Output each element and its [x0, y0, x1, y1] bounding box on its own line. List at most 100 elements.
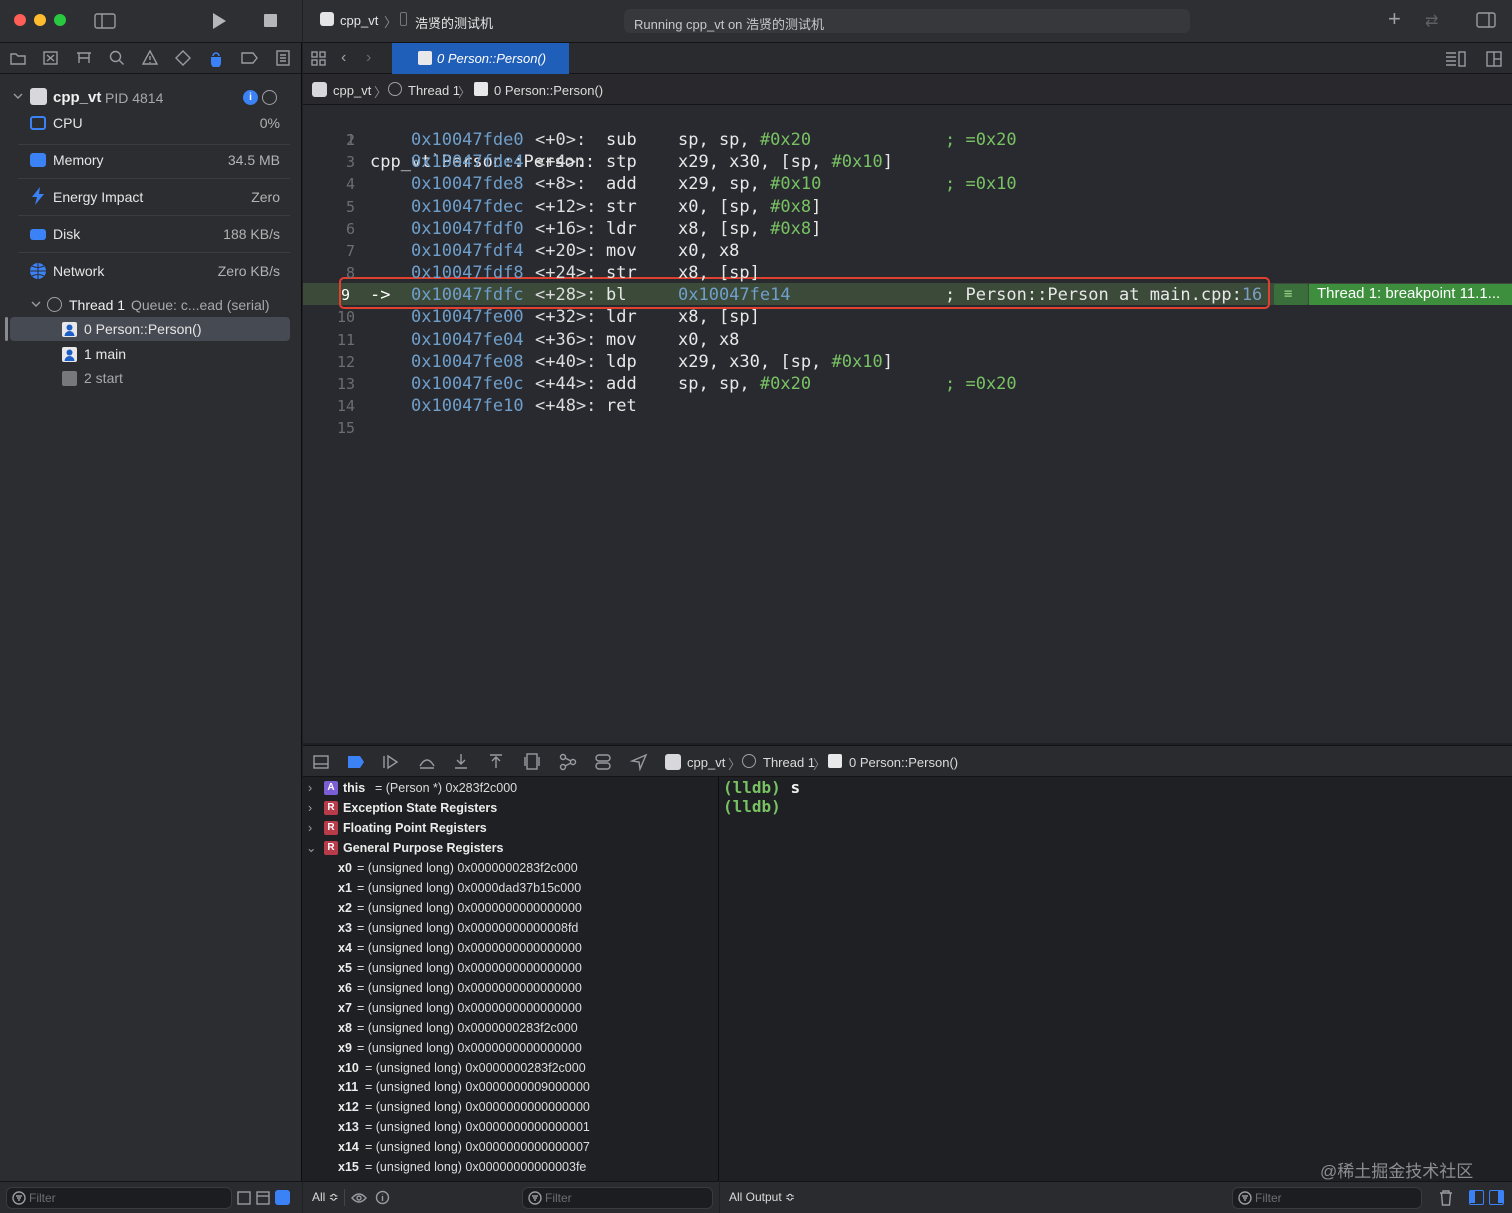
- view-hierarchy-icon[interactable]: [524, 753, 540, 771]
- hide-debug-area-icon[interactable]: [313, 755, 329, 769]
- register-row[interactable]: x3 = (unsigned long) 0x00000000000008fd: [303, 918, 719, 938]
- variable-row[interactable]: › A this = (Person *) 0x283f2c000: [303, 778, 719, 798]
- register-row[interactable]: x5 = (unsigned long) 0x0000000000000000: [303, 958, 719, 978]
- gauge-memory[interactable]: Memory 34.5 MB: [18, 142, 290, 179]
- filter-placeholder: Filter: [1255, 1191, 1282, 1205]
- comment-text: ; Person::Person at main.cpp:: [945, 285, 1242, 306]
- register-row[interactable]: x15 = (unsigned long) 0x00000000000003fe: [303, 1157, 719, 1177]
- chevron-down-icon[interactable]: ⌄: [306, 838, 316, 858]
- back-icon[interactable]: ‹: [341, 49, 346, 67]
- register-row[interactable]: x10 = (unsigned long) 0x0000000283f2c000: [303, 1058, 719, 1078]
- breadcrumb-project[interactable]: cpp_vt: [333, 83, 371, 98]
- editor-options-icon[interactable]: [1445, 51, 1467, 67]
- minimize-window-button[interactable]: [34, 14, 46, 26]
- chevron-right-icon[interactable]: ›: [308, 818, 312, 838]
- gauge-network[interactable]: Network Zero KB/s: [18, 253, 290, 290]
- register-row[interactable]: x6 = (unsigned long) 0x0000000000000000: [303, 978, 719, 998]
- close-window-button[interactable]: [14, 14, 26, 26]
- continue-icon[interactable]: [382, 754, 400, 770]
- gauge-cpu[interactable]: CPU 0%: [18, 108, 290, 145]
- info-icon[interactable]: i: [243, 90, 258, 105]
- register-row[interactable]: x7 = (unsigned long) 0x0000000000000000: [303, 998, 719, 1018]
- console-filter-input[interactable]: Filter: [1232, 1187, 1422, 1209]
- source-control-icon[interactable]: [43, 51, 59, 65]
- location-icon[interactable]: [630, 753, 648, 771]
- stop-icon[interactable]: [263, 13, 279, 29]
- gauge-energy[interactable]: Energy Impact Zero: [18, 179, 290, 216]
- breakpoint-navigator-icon[interactable]: [241, 51, 259, 65]
- gauge-disk[interactable]: Disk 188 KB/s: [18, 216, 290, 253]
- register-row[interactable]: x14 = (unsigned long) 0x0000000000000007: [303, 1137, 719, 1157]
- register-group[interactable]: › R Exception State Registers: [303, 798, 719, 818]
- thread-row[interactable]: Thread 1 Queue: c...ead (serial): [0, 292, 302, 316]
- variables-filter-input[interactable]: Filter: [522, 1187, 713, 1209]
- disassembly-editor[interactable]: 1 cpp_vt`Person::Person: 2 0x10047fde0 <+0…: [303, 105, 1512, 743]
- chevron-down-icon[interactable]: [30, 299, 42, 311]
- scheme-selector[interactable]: cpp_vt: [340, 13, 378, 28]
- info-icon[interactable]: [375, 1190, 390, 1205]
- warning-icon[interactable]: [142, 50, 158, 66]
- sidebar-toggle-icon[interactable]: [94, 12, 116, 30]
- register-row[interactable]: x12 = (unsigned long) 0x0000000000000000: [303, 1097, 719, 1117]
- filter-option-icon[interactable]: [237, 1191, 251, 1205]
- register-group[interactable]: ⌄ R General Purpose Registers: [303, 838, 719, 858]
- test-icon[interactable]: [175, 50, 191, 66]
- mnemonic: ldr: [606, 218, 637, 239]
- register-row[interactable]: x4 = (unsigned long) 0x0000000000000000: [303, 938, 719, 958]
- environment-overrides-icon[interactable]: [595, 753, 611, 771]
- navigator-filter-input[interactable]: Filter: [6, 1187, 232, 1209]
- stack-frame-label: 0 Person::Person(): [84, 321, 202, 337]
- register-row[interactable]: x9 = (unsigned long) 0x0000000000000000: [303, 1038, 719, 1058]
- register-row[interactable]: x8 = (unsigned long) 0x0000000283f2c000: [303, 1018, 719, 1038]
- register-row[interactable]: x11 = (unsigned long) 0x0000000009000000: [303, 1077, 719, 1097]
- grid-icon[interactable]: [311, 51, 327, 67]
- threads-icon[interactable]: [262, 90, 277, 105]
- process-row[interactable]: cpp_vt PID 4814 i: [0, 85, 302, 109]
- step-out-icon[interactable]: [488, 753, 504, 771]
- search-icon[interactable]: [109, 50, 125, 66]
- add-icon[interactable]: +: [1388, 8, 1401, 30]
- symbol-icon[interactable]: [76, 51, 92, 65]
- register-row[interactable]: x2 = (unsigned long) 0x0000000000000000: [303, 898, 719, 918]
- register-group[interactable]: › R Floating Point Registers: [303, 818, 719, 838]
- folder-icon[interactable]: [10, 51, 26, 65]
- chevron-down-icon[interactable]: [12, 91, 24, 103]
- register-row[interactable]: x1 = (unsigned long) 0x0000dad37b15c000: [303, 878, 719, 898]
- eye-icon[interactable]: [351, 1191, 367, 1205]
- filter-option-active-icon[interactable]: [275, 1190, 290, 1205]
- stack-frame-2[interactable]: 2 start: [10, 366, 290, 390]
- step-into-icon[interactable]: [453, 753, 469, 771]
- step-over-icon[interactable]: [418, 754, 436, 770]
- filter-option-icon[interactable]: [256, 1191, 270, 1205]
- stack-frame-1[interactable]: 1 main: [10, 342, 290, 366]
- zoom-window-button[interactable]: [54, 14, 66, 26]
- trash-icon[interactable]: [1439, 1190, 1453, 1206]
- destination-selector[interactable]: 浩贤的测试机: [415, 13, 493, 32]
- debug-navigator-icon[interactable]: [208, 49, 226, 67]
- variables-scope-selector[interactable]: All ≎: [312, 1190, 339, 1204]
- chevron-right-icon[interactable]: ›: [308, 778, 312, 798]
- output-mode-selector[interactable]: All Output ≎: [729, 1190, 795, 1204]
- console-view[interactable]: (lldb) s (lldb) @稀土掘金技术社区: [720, 777, 1512, 1181]
- add-editor-icon[interactable]: [1486, 51, 1502, 67]
- breadcrumb-frame[interactable]: 0 Person::Person(): [494, 83, 603, 98]
- tab-active[interactable]: 0 Person::Person(): [392, 43, 569, 74]
- register-row[interactable]: x13 = (unsigned long) 0x0000000000000001: [303, 1117, 719, 1137]
- split-left-icon[interactable]: [1469, 1190, 1484, 1205]
- debug-breadcrumb-thread[interactable]: Thread 1: [763, 755, 815, 770]
- breakpoints-toggle-icon[interactable]: [347, 755, 365, 769]
- split-right-icon[interactable]: [1489, 1190, 1504, 1205]
- stack-frame-0[interactable]: 0 Person::Person(): [10, 317, 290, 341]
- report-navigator-icon[interactable]: [275, 50, 291, 66]
- register-row[interactable]: x0 = (unsigned long) 0x0000000283f2c000: [303, 858, 719, 878]
- debug-breadcrumb-frame[interactable]: 0 Person::Person(): [849, 755, 958, 770]
- variables-view[interactable]: › A this = (Person *) 0x283f2c000 › R Ex…: [303, 777, 719, 1181]
- debug-breadcrumb-project[interactable]: cpp_vt: [687, 755, 725, 770]
- inspector-toggle-icon[interactable]: [1476, 12, 1496, 29]
- breadcrumb-thread[interactable]: Thread 1: [408, 83, 460, 98]
- chevron-right-icon[interactable]: ›: [308, 798, 312, 818]
- source-line-link[interactable]: 16: [1242, 285, 1262, 305]
- run-icon[interactable]: [210, 12, 228, 30]
- forward-icon[interactable]: ›: [366, 49, 371, 67]
- memory-graph-icon[interactable]: [559, 753, 577, 771]
